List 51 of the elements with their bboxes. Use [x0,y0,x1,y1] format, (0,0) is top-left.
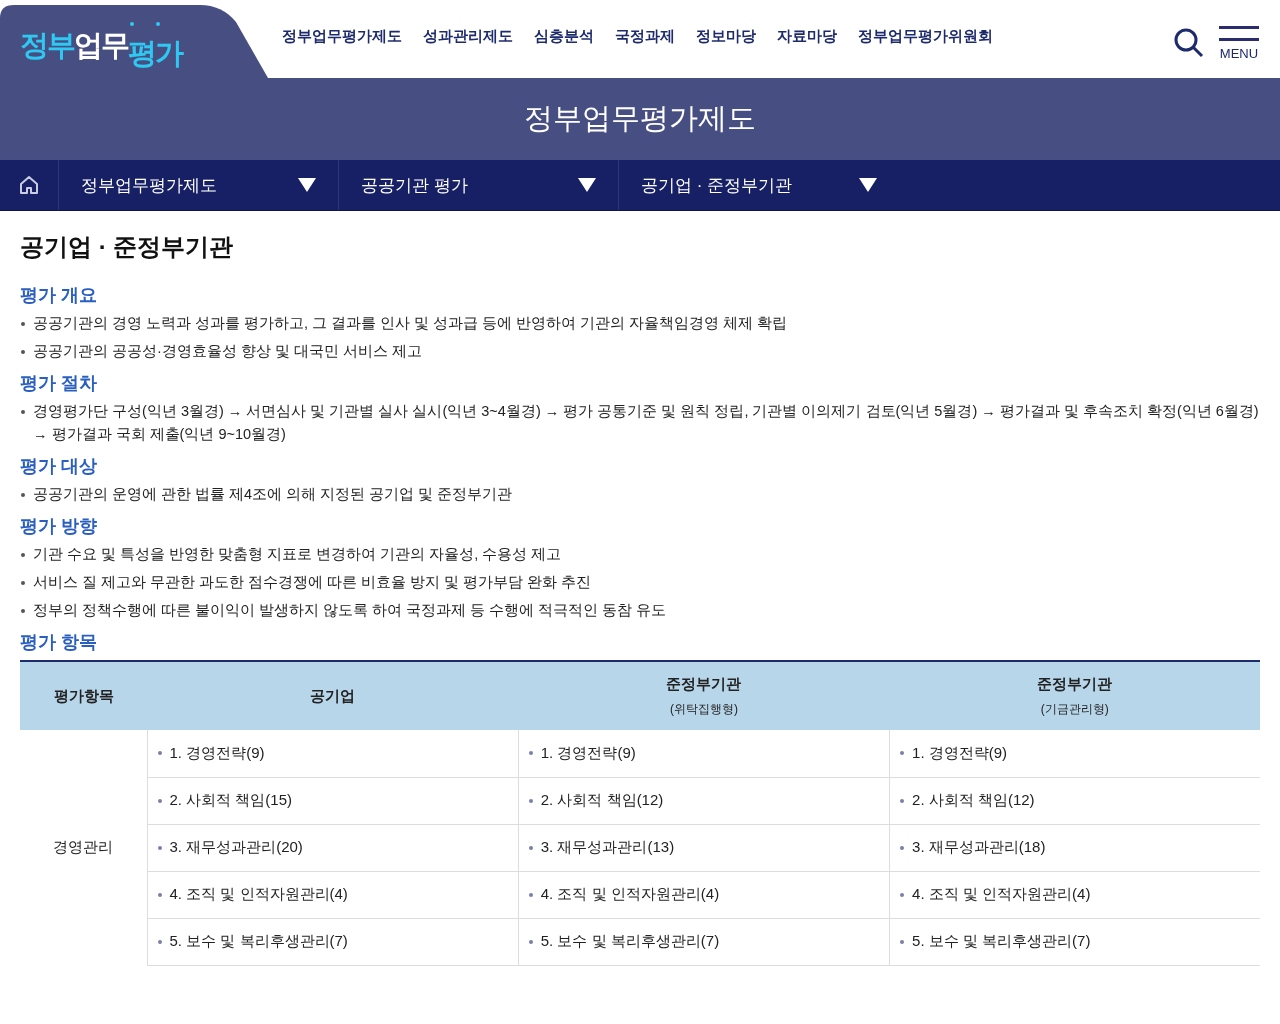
table-cell: 4. 조직 및 인적자원관리(4) [518,871,890,918]
menu-button[interactable]: MENU [1218,25,1260,61]
table-cell: 2. 사회적 책임(15) [147,777,519,824]
table-cell: 2. 사회적 책임(12) [889,777,1260,824]
column-header: 공기업 [147,661,519,730]
nav-link[interactable]: 국정과제 [615,26,675,46]
table-cell: 4. 조직 및 인적자원관리(4) [889,871,1260,918]
caret-icon [298,178,316,192]
table-cell: 1. 경영전략(9) [518,730,890,777]
bullet-text: 경영평가단 구성(익년 3월경) → 서면심사 및 기관별 실사 실시(익년 3~4월경) → 평가 공통기준 및 원칙 정립, 기관별 이의제기 검토(익년 5월경) → 평가결과 및 후속조치 확정(익년 6월경) → 평가결과 국회 제출(익년 9~10월경) [20,400,1260,446]
bullet-text: 공공기관의 운영에 관한 법률 제4조에 의해 지정된 공기업 및 준정부기관 [20,483,1260,506]
section-heading: 평가 절차 [20,372,98,395]
table-cell: 5. 보수 및 복리후생관리(7) [889,918,1260,965]
section-heading: 평가 항목 [20,631,98,654]
breadcrumb-dropdown[interactable]: 정부업무평가제도 [59,160,339,210]
page-title: 공기업 · 준정부기관 [20,232,235,262]
nav-link[interactable]: 정부업무평가위원회 [858,26,993,46]
table-cell: 1. 경영전략(9) [147,730,519,777]
table-cell: 3. 재무성과관리(18) [889,824,1260,871]
bullet-text: 기관 수요 및 특성을 반영한 맞춤형 지표로 변경하여 기관의 자율성, 수용성 제고 [20,543,1260,566]
bullet-text: 공공기관의 공공성·경영효율성 향상 및 대국민 서비스 제고 [20,340,1260,363]
home-icon [18,174,40,196]
bullet-text: 서비스 질 제고와 무관한 과도한 점수경쟁에 따른 비효율 방지 및 평가부담 완화 추진 [20,571,1260,594]
nav-link[interactable]: 성과관리제도 [423,26,513,46]
table-cell: 3. 재무성과관리(13) [518,824,890,871]
caret-icon [859,178,877,192]
nav-link[interactable]: 심층분석 [534,26,594,46]
table-cell: 5. 보수 및 복리후생관리(7) [518,918,890,965]
table-cell: 5. 보수 및 복리후생관리(7) [147,918,519,965]
banner-title: 정부업무평가제도 [524,101,756,136]
search-icon[interactable] [1174,28,1204,58]
column-header: 평가항목 [20,661,147,730]
caret-icon [578,178,596,192]
breadcrumb-dropdown[interactable]: 공공기관 평가 [339,160,619,210]
table-cell: 2. 사회적 책임(12) [518,777,890,824]
table-cell: 4. 조직 및 인적자원관리(4) [147,871,519,918]
section-heading: 평가 방향 [20,515,98,538]
logo[interactable]: 정부업무평가 [20,21,182,69]
category-cell: 경영관리 [20,730,147,965]
table-cell: 1. 경영전략(9) [889,730,1260,777]
bullet-text: 정부의 정책수행에 따른 불이익이 발생하지 않도록 하여 국정과제 등 수행에 적극적인 동참 유도 [20,599,1260,622]
breadcrumb-dropdown[interactable]: 공기업 · 준정부기관 [619,160,899,210]
nav-link[interactable]: 정보마당 [696,26,756,46]
column-header: 준정부기관 (위탁집행형) [518,661,890,730]
nav-link[interactable]: 자료마당 [777,26,837,46]
section-heading: 평가 대상 [20,455,98,478]
bullet-text: 공공기관의 경영 노력과 성과를 평가하고, 그 결과를 인사 및 성과급 등에 반영하여 기관의 자율책임경영 체제 확립 [20,312,1260,335]
column-header: 준정부기관 (기금관리형) [889,661,1260,730]
nav-link[interactable]: 정부업무평가제도 [282,26,402,46]
table-cell: 3. 재무성과관리(20) [147,824,519,871]
section-heading: 평가 개요 [20,284,98,307]
